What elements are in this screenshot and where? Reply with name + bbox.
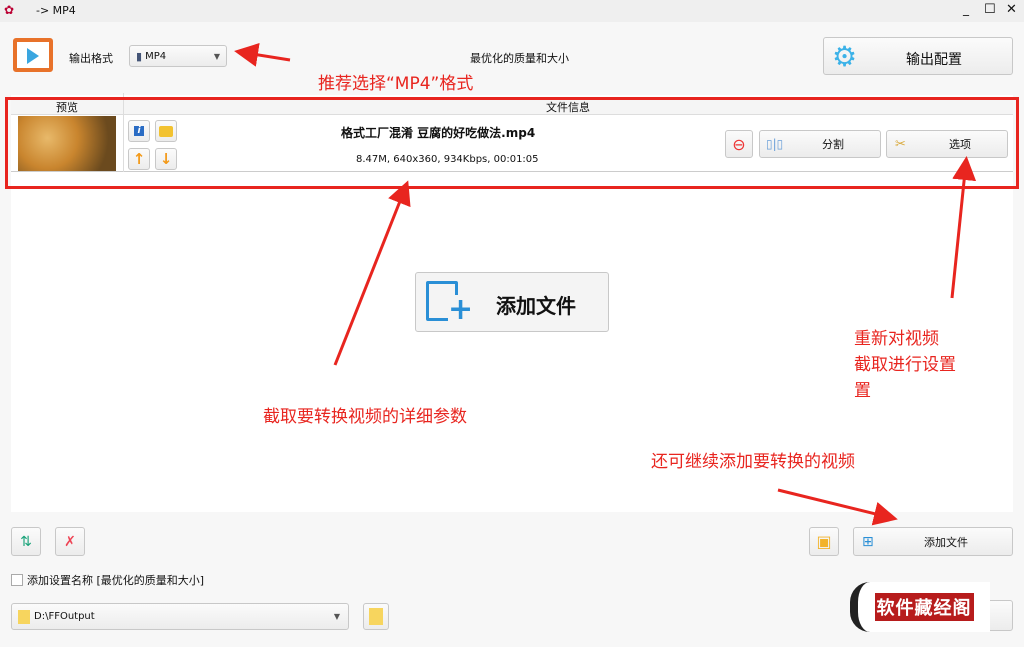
name-setting-label: 添加设置名称 [最优化的质量和大小] <box>27 572 204 588</box>
arrow-to-info <box>335 186 406 365</box>
name-setting-checkbox[interactable] <box>11 574 23 586</box>
clear-list-button[interactable]: ✗ <box>55 527 85 556</box>
sort-button[interactable]: ⇅ <box>11 527 41 556</box>
delete-icon: ✗ <box>64 534 76 550</box>
add-file-button[interactable]: ⊞ 添加文件 <box>853 527 1013 556</box>
arrow-to-format <box>240 52 290 60</box>
arrow-to-add-file <box>778 490 892 518</box>
add-file-label: 添加文件 <box>924 534 968 550</box>
browse-folder-button[interactable] <box>363 603 389 630</box>
name-setting-checkbox-row[interactable]: 添加设置名称 [最优化的质量和大小] <box>11 572 204 588</box>
arrow-to-options <box>952 162 966 298</box>
add-file-small-icon: ⊞ <box>862 534 874 550</box>
watermark-logo: 软件藏经阁 <box>850 582 990 632</box>
chevron-down-icon: ▼ <box>334 612 340 621</box>
folder-add-icon: ▣ <box>816 532 831 551</box>
watermark-text: 软件藏经阁 <box>875 593 974 621</box>
sort-icon: ⇅ <box>20 534 32 550</box>
add-folder-button[interactable]: ▣ <box>809 527 839 556</box>
folder-icon <box>369 608 383 625</box>
folder-icon <box>18 610 30 624</box>
output-path-select[interactable]: D:\FFOutput ▼ <box>11 603 349 630</box>
output-path-value: D:\FFOutput <box>34 611 95 622</box>
